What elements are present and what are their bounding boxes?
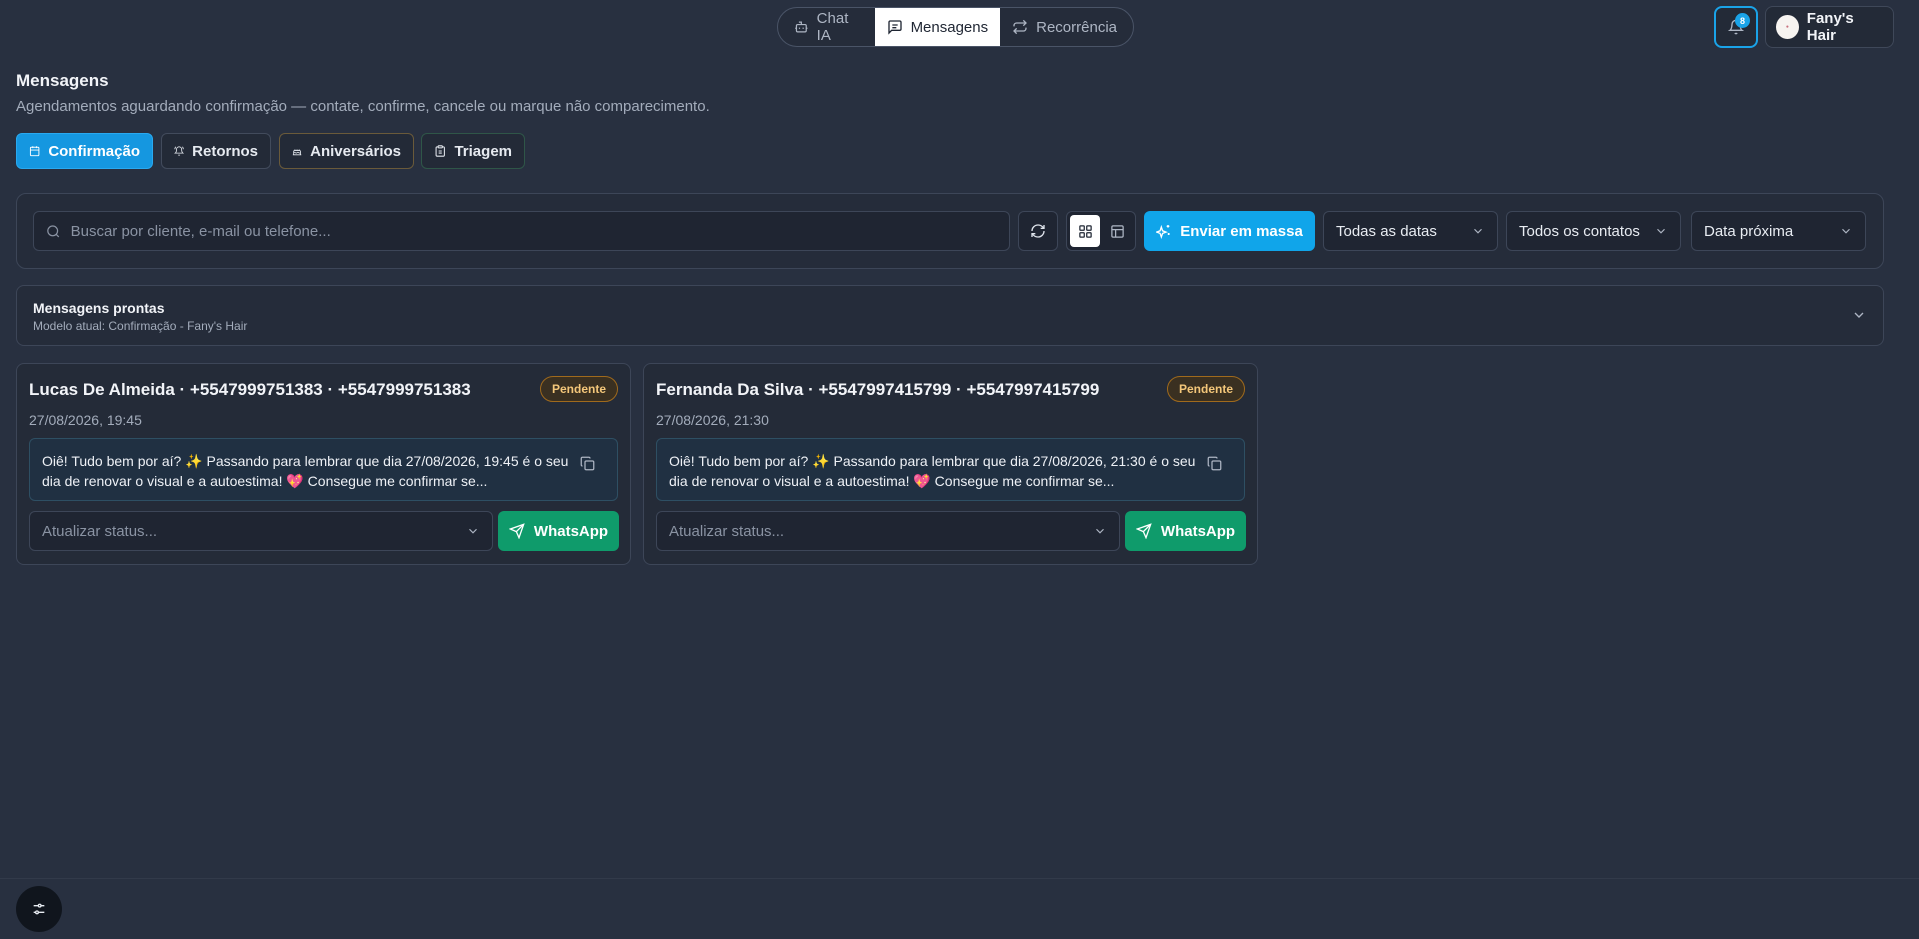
settings-fab[interactable]	[16, 886, 62, 932]
message-text: Oiê! Tudo bem por aí? ✨ Passando para le…	[669, 453, 1196, 489]
notifications-button[interactable]: 8	[1714, 6, 1758, 48]
chevron-down-icon[interactable]	[1851, 307, 1867, 323]
copy-icon[interactable]	[1207, 456, 1222, 471]
divider	[0, 878, 1919, 879]
card-title: Fernanda Da Silva · +5547997415799 · +55…	[656, 380, 1100, 399]
notification-badge: 8	[1735, 13, 1750, 28]
card-date: 27/08/2026, 19:45	[29, 412, 142, 428]
page-subtitle: Agendamentos aguardando confirmação — co…	[16, 98, 710, 115]
contact-filter-select[interactable]: Todos os contatos	[1506, 211, 1681, 251]
table-view-button[interactable]	[1102, 215, 1132, 247]
search-input[interactable]	[70, 222, 997, 240]
mass-send-button[interactable]: Enviar em massa	[1144, 211, 1315, 251]
clipboard-icon	[435, 145, 445, 157]
refresh-button[interactable]	[1018, 211, 1058, 251]
top-nav: Chat IA Mensagens Recorrência	[777, 7, 1134, 47]
message-preview: Oiê! Tudo bem por aí? ✨ Passando para le…	[29, 438, 618, 501]
profile-button[interactable]: ● Fany's Hair	[1765, 6, 1894, 48]
whatsapp-button[interactable]: WhatsApp	[1125, 511, 1246, 551]
status-select-placeholder: Atualizar status...	[42, 522, 158, 540]
tab-mensagens[interactable]: Mensagens	[874, 8, 1001, 46]
status-badge: Pendente	[1166, 376, 1245, 402]
tab-label: Aniversários	[310, 142, 401, 160]
card-date: 27/08/2026, 21:30	[656, 412, 769, 428]
page-title: Mensagens	[16, 71, 109, 90]
tab-confirmacao[interactable]: Confirmação	[16, 133, 153, 169]
bell-ring-icon	[174, 146, 185, 156]
tab-triagem[interactable]: Triagem	[421, 133, 525, 169]
ready-messages-title: Mensagens prontas	[33, 300, 165, 316]
appointment-card: Lucas De Almeida · +5547999751383 · +554…	[16, 363, 631, 565]
copy-icon[interactable]	[580, 456, 595, 471]
status-select[interactable]: Atualizar status...	[656, 511, 1120, 551]
message-text: Oiê! Tudo bem por aí? ✨ Passando para le…	[42, 453, 569, 489]
tab-aniversarios[interactable]: Aniversários	[279, 133, 414, 169]
ready-messages-panel[interactable]	[16, 285, 1884, 346]
cake-icon	[292, 149, 302, 156]
grid-view-button[interactable]	[1070, 215, 1100, 247]
view-toggle	[1066, 211, 1136, 251]
tab-label: Triagem	[454, 142, 512, 160]
tab-label: Confirmação	[48, 142, 140, 160]
repeat-icon	[1013, 19, 1028, 35]
status-badge: Pendente	[539, 376, 618, 402]
mass-send-label: Enviar em massa	[1180, 222, 1303, 240]
tab-label: Mensagens	[910, 18, 989, 36]
tab-label: Retornos	[192, 142, 258, 160]
search-icon	[47, 224, 60, 237]
status-select[interactable]: Atualizar status...	[29, 511, 493, 551]
chevron-down-icon	[1657, 228, 1665, 234]
profile-name: Fany's Hair	[1806, 10, 1854, 44]
sort-select[interactable]: Data próxima	[1691, 211, 1866, 251]
bot-icon	[795, 21, 808, 33]
tab-retornos[interactable]: Retornos	[161, 133, 271, 169]
chevron-down-icon	[1842, 228, 1850, 234]
date-filter-value: Todas as datas	[1336, 222, 1437, 240]
chevron-down-icon	[469, 528, 477, 534]
whatsapp-label: WhatsApp	[533, 522, 609, 540]
tab-chat-ia[interactable]: Chat IA	[782, 9, 875, 45]
message-preview: Oiê! Tudo bem por aí? ✨ Passando para le…	[656, 438, 1245, 501]
tab-label: Chat IA	[816, 10, 849, 44]
avatar: ●	[1776, 15, 1799, 39]
chevron-down-icon	[1474, 228, 1482, 234]
search-box[interactable]	[33, 211, 1010, 251]
calendar-icon	[29, 146, 40, 157]
message-square-icon	[887, 20, 902, 35]
appointment-card: Fernanda Da Silva · +5547997415799 · +55…	[643, 363, 1258, 565]
tab-label: Recorrência	[1036, 18, 1117, 36]
whatsapp-label: WhatsApp	[1160, 522, 1236, 540]
chevron-down-icon	[1096, 528, 1104, 534]
sparkles-icon	[1156, 224, 1170, 239]
date-filter-select[interactable]: Todas as datas	[1323, 211, 1498, 251]
status-select-placeholder: Atualizar status...	[669, 522, 785, 540]
tab-recorrencia[interactable]: Recorrência	[1000, 9, 1129, 45]
contact-filter-value: Todos os contatos	[1519, 222, 1640, 240]
refresh-icon	[1031, 224, 1045, 238]
grid-icon	[1078, 224, 1092, 238]
sort-value: Data próxima	[1704, 222, 1794, 240]
send-icon	[508, 523, 525, 539]
card-title: Lucas De Almeida · +5547999751383 · +554…	[29, 380, 471, 399]
send-icon	[1135, 523, 1152, 539]
table-icon	[1110, 224, 1124, 238]
ready-messages-subtitle: Modelo atual: Confirmação - Fany's Hair	[33, 319, 248, 333]
sliders-icon	[33, 903, 45, 915]
whatsapp-button[interactable]: WhatsApp	[498, 511, 619, 551]
